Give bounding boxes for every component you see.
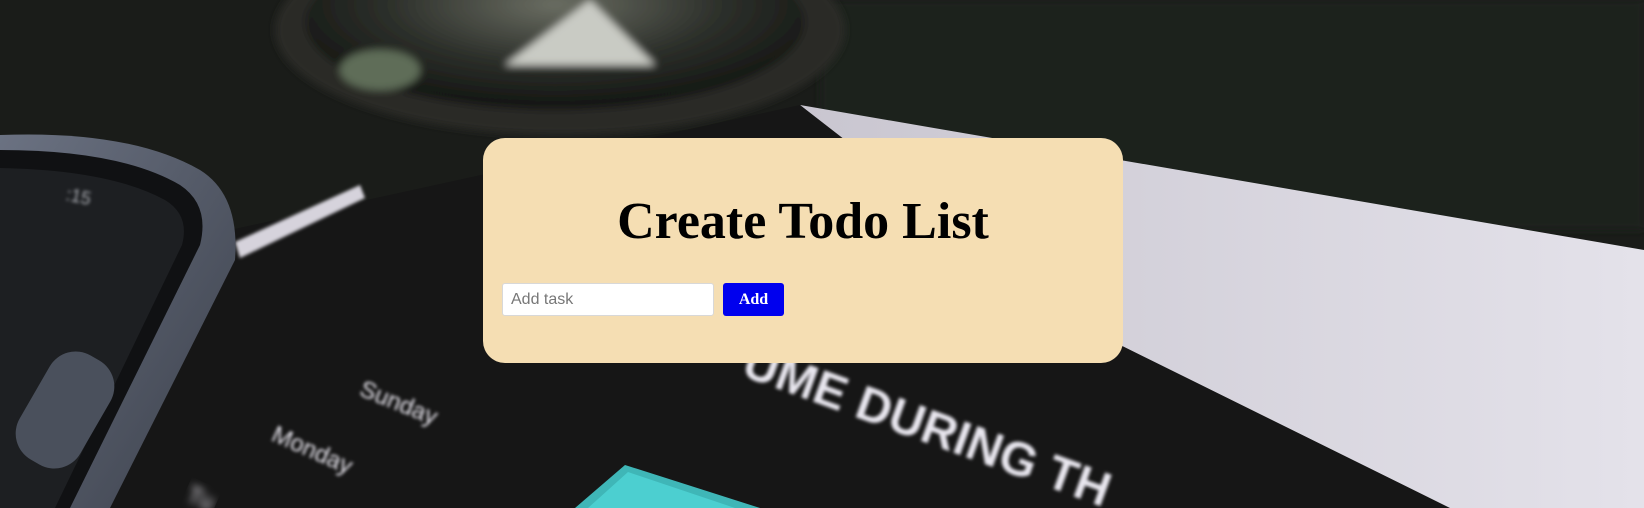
todo-card: Create Todo List Add bbox=[483, 138, 1123, 363]
page-title: Create Todo List bbox=[617, 193, 989, 250]
add-button[interactable]: Add bbox=[723, 283, 784, 316]
add-task-input[interactable] bbox=[502, 283, 714, 316]
